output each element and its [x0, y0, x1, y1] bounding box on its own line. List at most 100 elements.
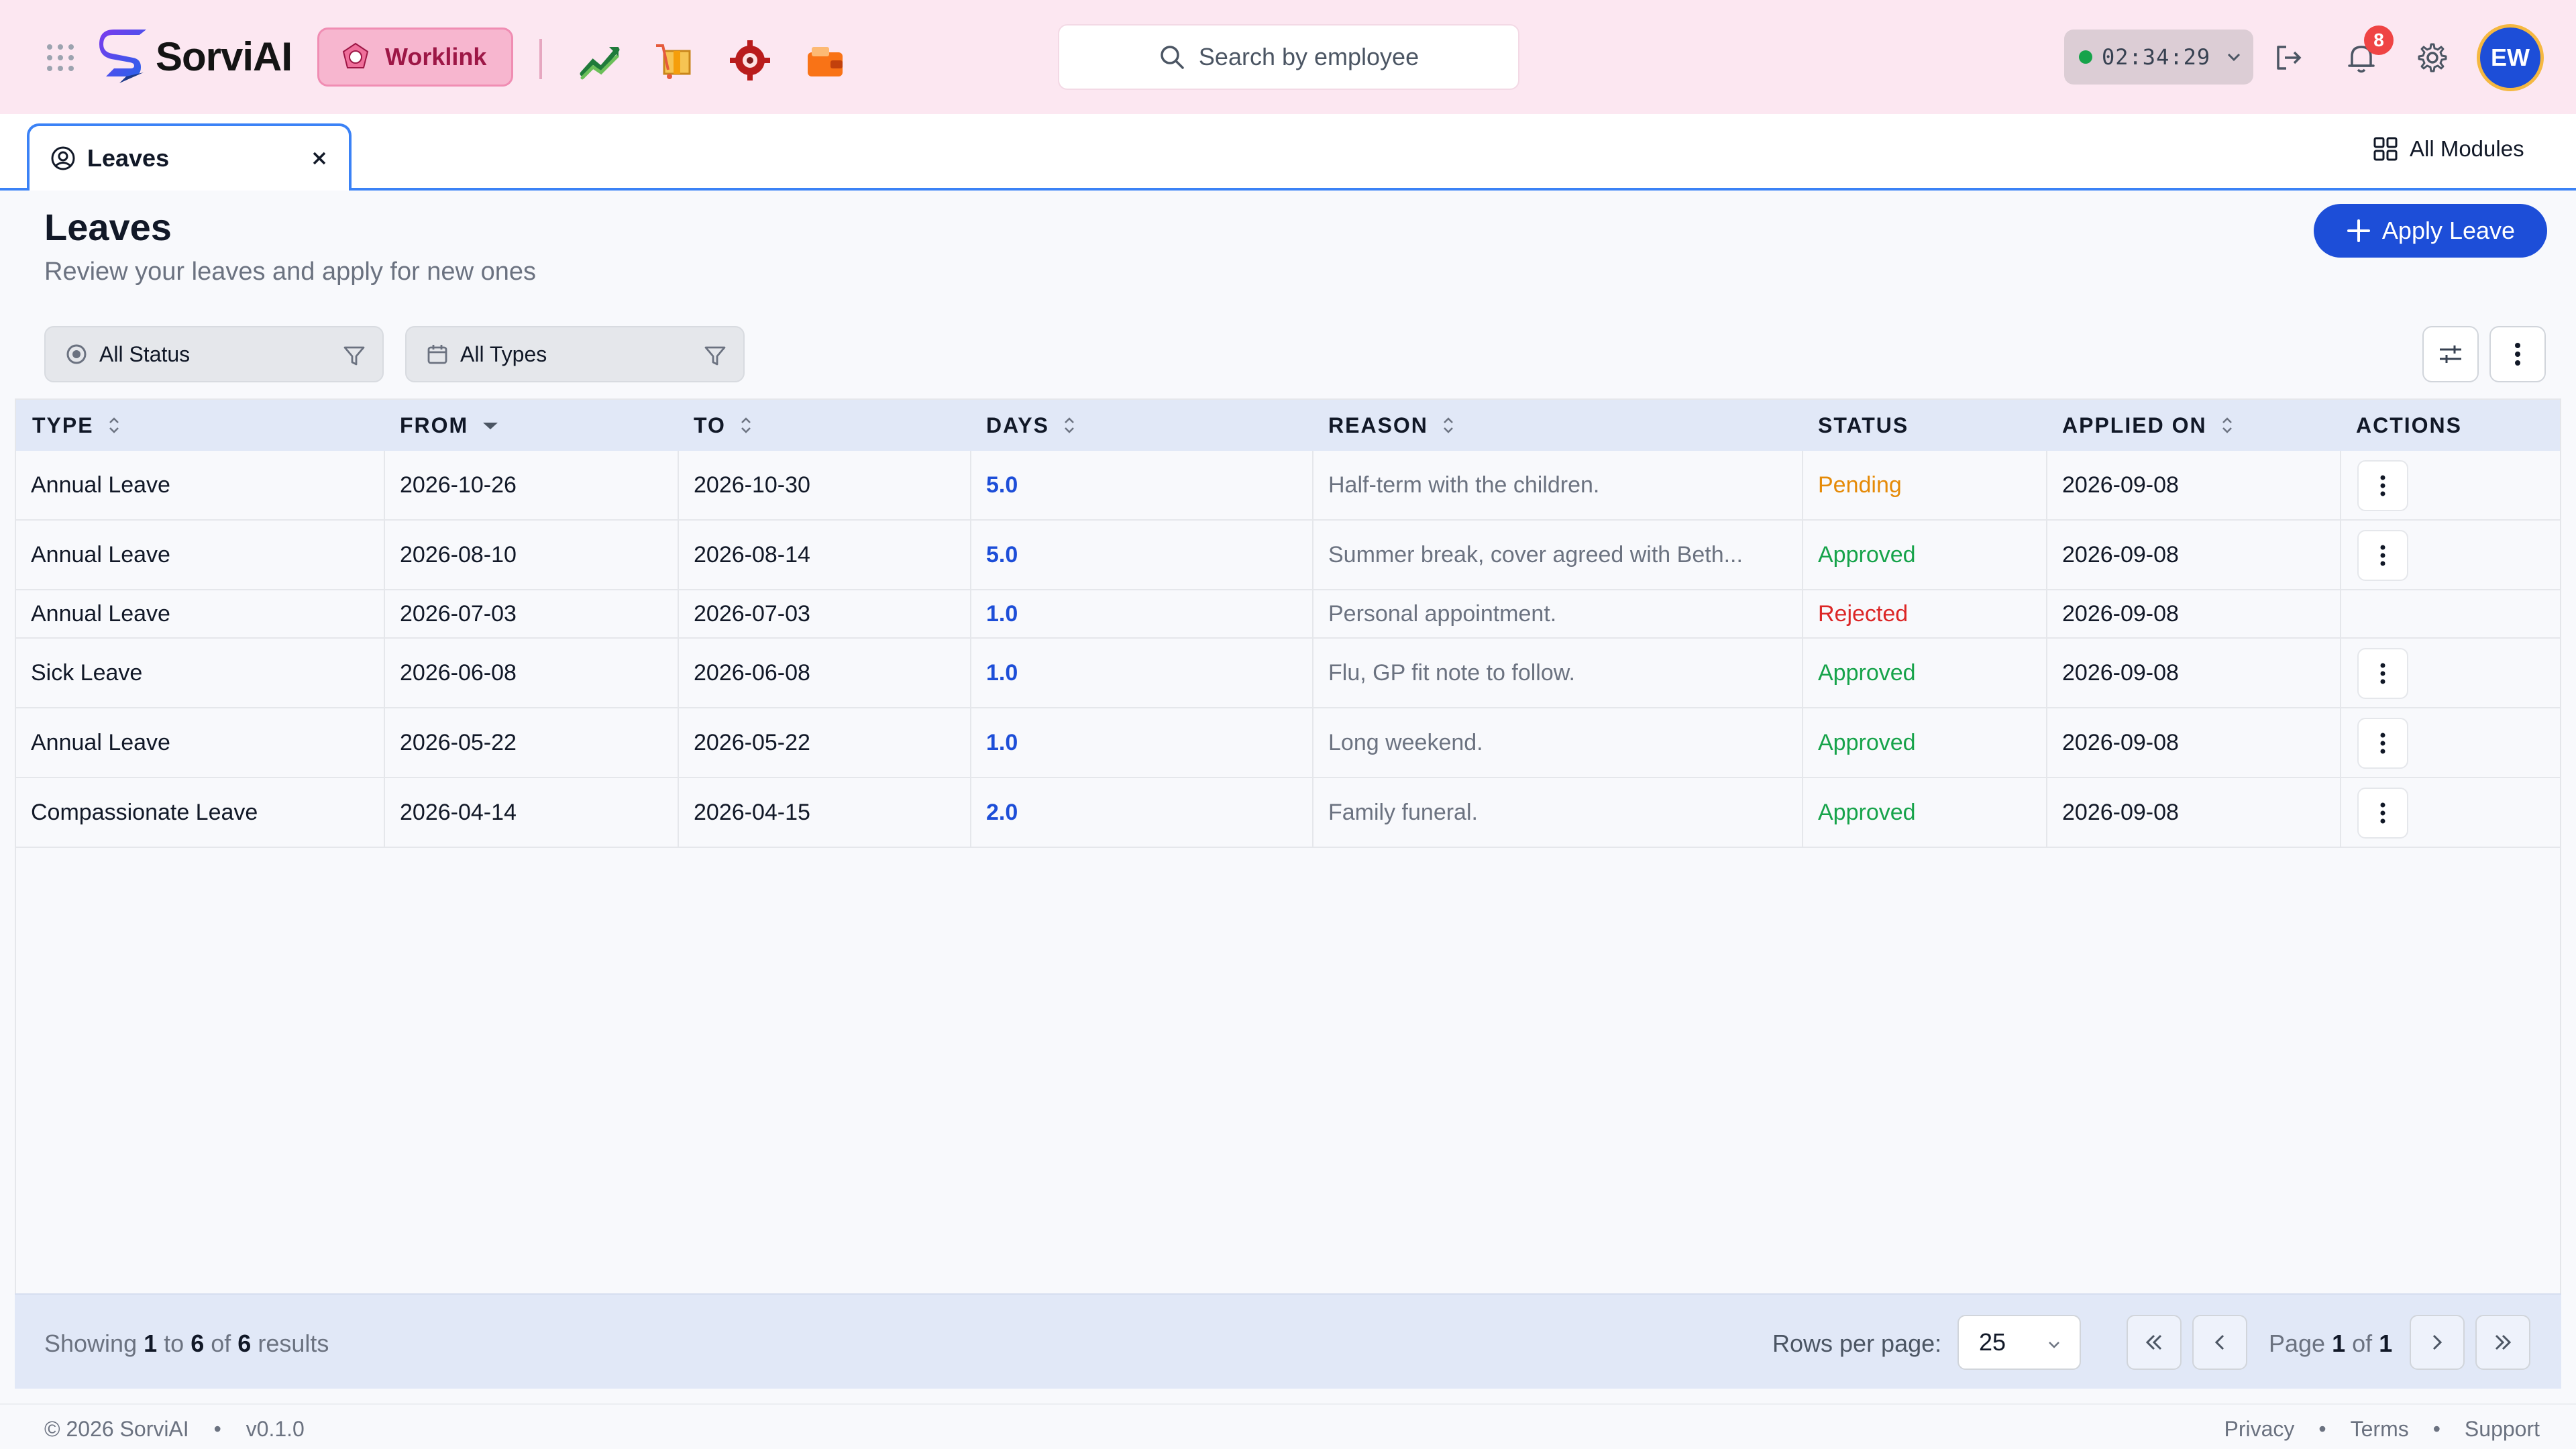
cell-days: 5.0 [986, 472, 1018, 498]
cell-to: 2026-05-22 [694, 729, 810, 755]
tab-bar [0, 114, 2576, 191]
column-header-days[interactable]: DAYS [986, 400, 1077, 451]
column-header-from[interactable]: FROM [400, 400, 500, 451]
user-avatar[interactable]: EW [2477, 24, 2544, 91]
cell-reason: Long weekend. [1328, 729, 1483, 755]
timer-status-dot [2079, 50, 2092, 64]
cell-type: Annual Leave [31, 729, 170, 755]
privacy-link[interactable]: Privacy [2224, 1417, 2295, 1442]
search-placeholder: Search by employee [1198, 43, 1419, 70]
radio-dot-icon [66, 344, 87, 364]
column-header-to[interactable]: TO [694, 400, 754, 451]
column-header-type[interactable]: TYPE [32, 400, 122, 451]
pagination-bar: Showing 1 to 6 of 6 results Rows per pag… [15, 1293, 2561, 1389]
sorviai-logo-icon [99, 30, 146, 83]
leaves-table: TYPE FROM TO DAYS REASON STATUS APPLIED … [15, 398, 2561, 1389]
cell-reason: Flu, GP fit note to follow. [1328, 659, 1575, 686]
cell-to: 2026-10-30 [694, 472, 810, 498]
wallet-app-icon[interactable] [804, 39, 847, 82]
tab-bar-underline [0, 188, 2576, 191]
first-page-button[interactable] [2127, 1315, 2182, 1370]
gear-icon[interactable] [2415, 40, 2450, 75]
table-row[interactable]: Annual Leave 2026-07-03 2026-07-03 1.0 P… [16, 590, 2560, 639]
close-icon[interactable] [310, 149, 329, 168]
table-row[interactable]: Annual Leave 2026-05-22 2026-05-22 1.0 L… [16, 708, 2560, 778]
terms-link[interactable]: Terms [2351, 1417, 2409, 1442]
column-settings-button[interactable] [2422, 326, 2479, 382]
cell-type: Annual Leave [31, 472, 170, 498]
support-link[interactable]: Support [2465, 1417, 2540, 1442]
worklink-label: Worklink [385, 43, 487, 70]
packages-app-icon[interactable] [653, 39, 696, 82]
cell-type: Sick Leave [31, 659, 143, 686]
brand-logo[interactable]: SorviAI [99, 30, 292, 83]
cell-from: 2026-05-22 [400, 729, 517, 755]
column-header-applied-on[interactable]: APPLIED ON [2062, 400, 2235, 451]
cell-reason: Summer break, cover agreed with Beth... [1328, 541, 1743, 568]
sort-icon [109, 417, 119, 433]
sort-icon [741, 417, 751, 433]
next-page-button[interactable] [2410, 1315, 2465, 1370]
table-row[interactable]: Compassionate Leave 2026-04-14 2026-04-1… [16, 778, 2560, 848]
tab-label: Leaves [87, 144, 170, 172]
search-icon [1161, 46, 1184, 69]
settings-app-icon[interactable] [729, 39, 771, 82]
row-actions-button[interactable] [2357, 648, 2408, 699]
previous-page-button[interactable] [2192, 1315, 2247, 1370]
page-footer: © 2026 SorviAI • v0.1.0 Privacy • Terms … [0, 1403, 2576, 1449]
page-indicator: Page 1 of 1 [2269, 1330, 2393, 1357]
cell-applied-on: 2026-09-08 [2062, 472, 2179, 498]
cell-applied-on: 2026-09-08 [2062, 541, 2179, 568]
row-actions-button[interactable] [2357, 530, 2408, 581]
page-title: Leaves [44, 206, 172, 248]
all-modules-button[interactable]: All Modules [2372, 136, 2524, 162]
row-actions-button[interactable] [2357, 788, 2408, 839]
header-divider [539, 39, 542, 79]
app-version: v0.1.0 [246, 1417, 305, 1441]
row-actions-button[interactable] [2357, 718, 2408, 769]
logout-icon[interactable] [2271, 40, 2306, 75]
cell-from: 2026-10-26 [400, 472, 517, 498]
cell-type: Annual Leave [31, 541, 170, 568]
last-page-button[interactable] [2475, 1315, 2530, 1370]
status-badge: Approved [1818, 541, 1916, 568]
cell-from: 2026-08-10 [400, 541, 517, 568]
rows-per-page-select[interactable]: 25 [1957, 1315, 2081, 1370]
cell-to: 2026-08-14 [694, 541, 810, 568]
filter-funnel-icon [704, 346, 726, 366]
work-timer[interactable]: 02:34:29 [2064, 30, 2253, 85]
column-header-reason[interactable]: REASON [1328, 400, 1456, 451]
vertical-dots-icon [2380, 663, 2385, 684]
sort-desc-icon [483, 423, 498, 429]
apps-grid-icon[interactable] [46, 43, 75, 72]
rows-per-page-value: 25 [1979, 1328, 2006, 1356]
chevron-down-icon [2228, 53, 2241, 62]
status-badge: Approved [1818, 799, 1916, 825]
footer-copyright: © 2026 SorviAI • v0.1.0 [44, 1417, 305, 1441]
table-row[interactable]: Annual Leave 2026-10-26 2026-10-30 5.0 H… [16, 451, 2560, 521]
type-filter[interactable]: All Types [405, 326, 745, 382]
status-filter-label: All Status [99, 341, 191, 366]
more-options-button[interactable] [2489, 326, 2546, 382]
apply-leave-button[interactable]: Apply Leave [2314, 204, 2547, 258]
all-modules-label: All Modules [2410, 136, 2524, 161]
row-actions-button[interactable] [2357, 460, 2408, 511]
cell-reason: Half-term with the children. [1328, 472, 1600, 498]
tab-leaves[interactable]: Leaves [27, 123, 352, 191]
employee-search-input[interactable]: Search by employee [1058, 24, 1519, 90]
vertical-dots-icon [2380, 475, 2385, 496]
vertical-dots-icon [2380, 802, 2385, 824]
worklink-module-chip[interactable]: Worklink [317, 28, 513, 87]
column-header-status: STATUS [1818, 413, 1909, 437]
sort-icon [1444, 417, 1453, 433]
analytics-app-icon[interactable] [578, 39, 621, 82]
chevrons-right-icon [2495, 1334, 2512, 1350]
table-row[interactable]: Annual Leave 2026-08-10 2026-08-14 5.0 S… [16, 521, 2560, 590]
table-row[interactable]: Sick Leave 2026-06-08 2026-06-08 1.0 Flu… [16, 639, 2560, 708]
page-subtitle: Review your leaves and apply for new one… [44, 258, 536, 286]
column-header-actions: ACTIONS [2356, 413, 2462, 437]
user-circle-icon [51, 146, 75, 170]
vertical-dots-icon [2380, 545, 2385, 566]
status-filter[interactable]: All Status [44, 326, 384, 382]
status-badge: Pending [1818, 472, 1902, 498]
